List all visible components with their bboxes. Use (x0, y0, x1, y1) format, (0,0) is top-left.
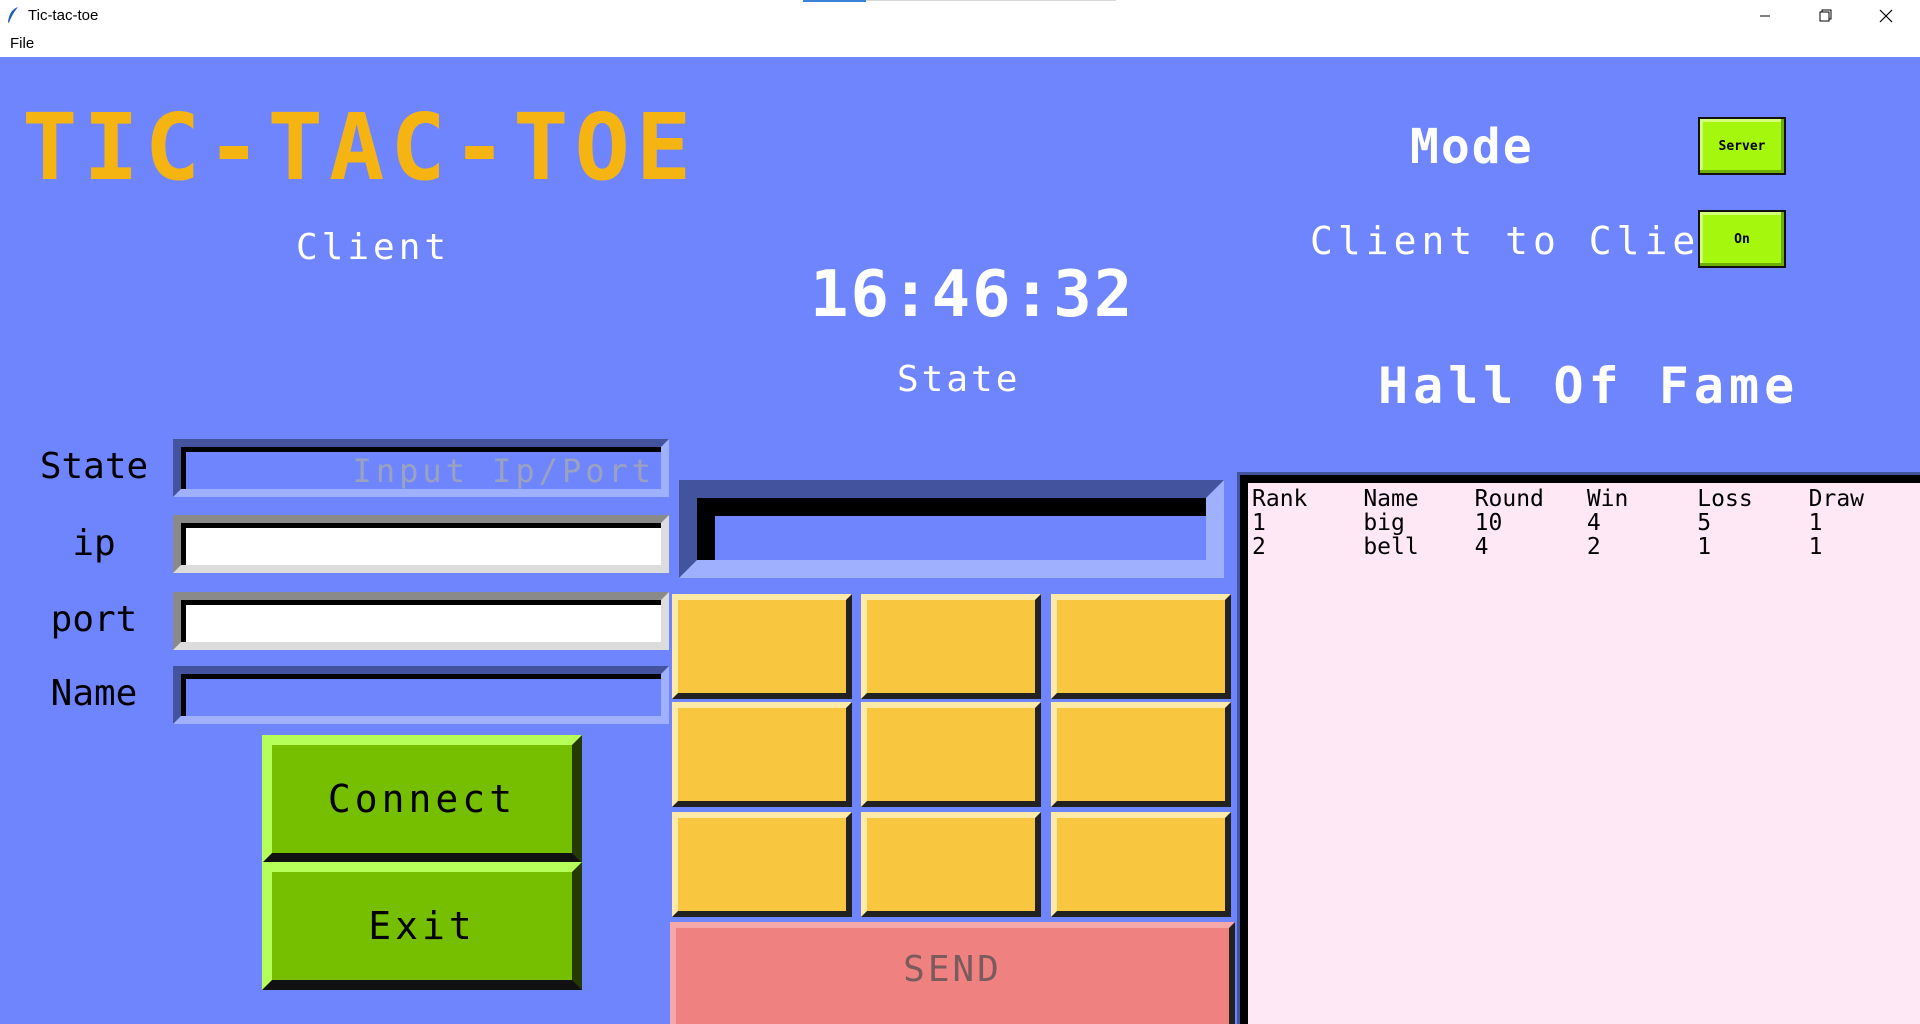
cell-win: 2 (1586, 534, 1601, 560)
board-cell-6[interactable] (1051, 702, 1231, 807)
board-cell-9[interactable] (1051, 812, 1231, 917)
cell-win: 4 (1586, 510, 1601, 536)
hall-of-fame-title: Hall Of Fame (1378, 357, 1800, 415)
board-cell-2[interactable] (861, 594, 1041, 699)
game-state-label: State (897, 359, 1021, 400)
window-title: Tic-tac-toe (28, 7, 99, 24)
minimize-icon (1760, 15, 1770, 16)
board-cell-4[interactable] (672, 702, 852, 807)
ip-field[interactable] (173, 515, 669, 573)
board-cell-8[interactable] (861, 812, 1041, 917)
col-rank: Rank (1252, 486, 1308, 512)
table-row: 1 big 10 4 5 1 (1252, 511, 1920, 535)
clock: 16:46:32 (810, 258, 1135, 332)
cell-draw: 1 (1808, 510, 1823, 536)
cell-loss: 5 (1697, 510, 1712, 536)
col-draw: Draw (1808, 486, 1865, 512)
hall-of-fame-table: Rank Name Round Win Loss Draw 1 big 10 4… (1240, 475, 1920, 1024)
send-button[interactable]: SEND (670, 922, 1235, 1024)
close-icon (1879, 9, 1893, 22)
restore-icon (1819, 9, 1831, 22)
name-field[interactable] (173, 666, 669, 724)
client-to-client-label: Client to Client (1310, 219, 1757, 263)
game-state-display (679, 480, 1224, 578)
cell-rank: 1 (1252, 510, 1266, 536)
ip-input[interactable] (186, 528, 661, 565)
board-cell-3[interactable] (1051, 594, 1231, 699)
cell-rank: 2 (1252, 534, 1266, 560)
minimize-button[interactable] (1735, 0, 1795, 31)
close-button[interactable] (1856, 0, 1916, 31)
cell-loss: 1 (1697, 534, 1712, 560)
state-field (173, 439, 669, 497)
port-field[interactable] (173, 592, 669, 650)
connect-button[interactable]: Connect (262, 735, 582, 863)
port-input[interactable] (186, 605, 661, 642)
client-to-client-toggle[interactable]: On (1698, 210, 1786, 268)
col-name: Name (1363, 486, 1419, 512)
cell-name: big (1363, 510, 1405, 536)
col-win: Win (1586, 486, 1629, 512)
title-accent-line (866, 0, 1116, 1)
leaderboard: Rank Name Round Win Loss Draw 1 big 10 4… (1252, 487, 1920, 559)
col-round: Round (1474, 486, 1544, 512)
state-label: State (39, 446, 149, 487)
window-titlebar: Tic-tac-toe (0, 0, 1920, 31)
board-cell-7[interactable] (672, 812, 852, 917)
role-subtitle: Client (296, 227, 451, 268)
exit-button[interactable]: Exit (262, 862, 582, 990)
table-header-row: Rank Name Round Win Loss Draw (1252, 487, 1920, 511)
title-accent (803, 0, 866, 2)
table-row: 2 bell 4 2 1 1 (1252, 535, 1920, 559)
feather-icon (8, 7, 18, 23)
app-title: TIC-TAC-TOE (22, 94, 698, 201)
mode-label: Mode (1410, 119, 1534, 175)
board-cell-5[interactable] (861, 702, 1041, 807)
cell-round: 10 (1474, 510, 1503, 536)
menu-file[interactable]: File (10, 35, 34, 52)
name-label: Name (50, 673, 138, 714)
col-loss: Loss (1697, 486, 1753, 512)
ip-label: ip (72, 523, 116, 564)
port-label: port (50, 599, 138, 640)
cell-name: bell (1363, 534, 1419, 560)
cell-round: 4 (1474, 534, 1489, 560)
name-input[interactable] (186, 679, 661, 716)
state-input (186, 452, 661, 489)
board-cell-1[interactable] (672, 594, 852, 699)
cell-draw: 1 (1808, 534, 1823, 560)
restore-button[interactable] (1795, 0, 1855, 31)
mode-server-button[interactable]: Server (1698, 117, 1786, 175)
menu-bar: File (0, 31, 1920, 57)
